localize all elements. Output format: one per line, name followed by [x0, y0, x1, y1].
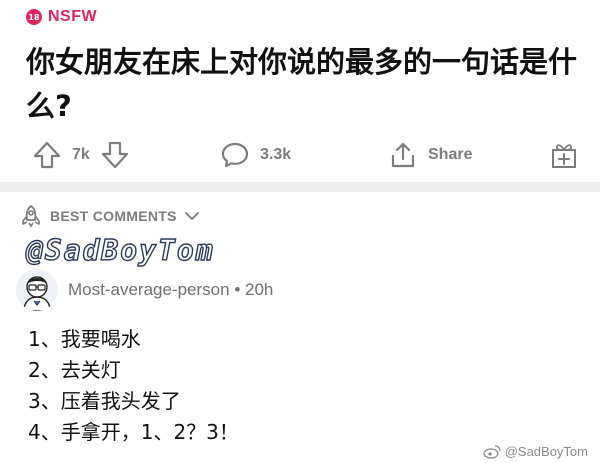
- gift-award-icon: [552, 144, 576, 168]
- comment-line: 3、压着我头发了: [28, 389, 181, 413]
- comment-bubble-icon: [221, 142, 249, 168]
- comment-line: 4、手拿开，1、2？3！: [28, 420, 239, 444]
- share-label: Share: [428, 146, 473, 163]
- vote-group: 7k: [32, 131, 130, 179]
- watermark-text-top: @SadBoyTom: [25, 233, 215, 267]
- nsfw-label: NSFW: [48, 8, 98, 25]
- comment-body: 1、我要喝水 2、去关灯 3、压着我头发了 4、手拿开，1、2？3！: [28, 324, 239, 448]
- share-button[interactable]: Share: [388, 131, 472, 179]
- sort-label: BEST COMMENTS: [50, 208, 177, 224]
- overlay-watermark-top: @SadBoyTom: [25, 230, 215, 270]
- post-title: 你女朋友在床上对你说的最多的一句话是什么?: [26, 45, 578, 123]
- comments-button[interactable]: 3.3k: [220, 131, 291, 179]
- user-avatar-icon: [16, 269, 58, 311]
- comment-age: 20h: [245, 280, 274, 299]
- comment-meta: Most-average-person • 20h: [68, 280, 273, 300]
- upvote-count: 7k: [72, 146, 90, 163]
- comment-line: 1、我要喝水: [28, 327, 141, 351]
- comment-line: 2、去关灯: [28, 358, 121, 382]
- avatar[interactable]: [16, 269, 58, 311]
- chevron-down-icon: [184, 212, 199, 220]
- section-divider: [0, 182, 600, 192]
- comment-count: 3.3k: [260, 146, 292, 163]
- comment-author[interactable]: Most-average-person: [68, 280, 230, 299]
- overlay-watermark-bottom: @SadBoyTom: [483, 442, 588, 460]
- weibo-logo-icon: [483, 444, 501, 459]
- nsfw-tag: 18 NSFW: [26, 6, 97, 28]
- comment-sort-dropdown[interactable]: BEST COMMENTS: [20, 203, 199, 229]
- award-button[interactable]: [550, 131, 578, 179]
- downvote-arrow-icon[interactable]: [100, 140, 130, 170]
- rocket-icon: [22, 205, 40, 228]
- upvote-arrow-icon[interactable]: [32, 140, 62, 170]
- meta-separator: •: [234, 280, 241, 299]
- post-action-bar: 7k 3.3k Share: [0, 131, 600, 179]
- watermark-text-bottom: @SadBoyTom: [504, 443, 588, 459]
- comment-header: Most-average-person • 20h: [16, 268, 273, 312]
- nsfw-18-badge-icon: 18: [26, 9, 42, 25]
- share-icon: [391, 142, 415, 168]
